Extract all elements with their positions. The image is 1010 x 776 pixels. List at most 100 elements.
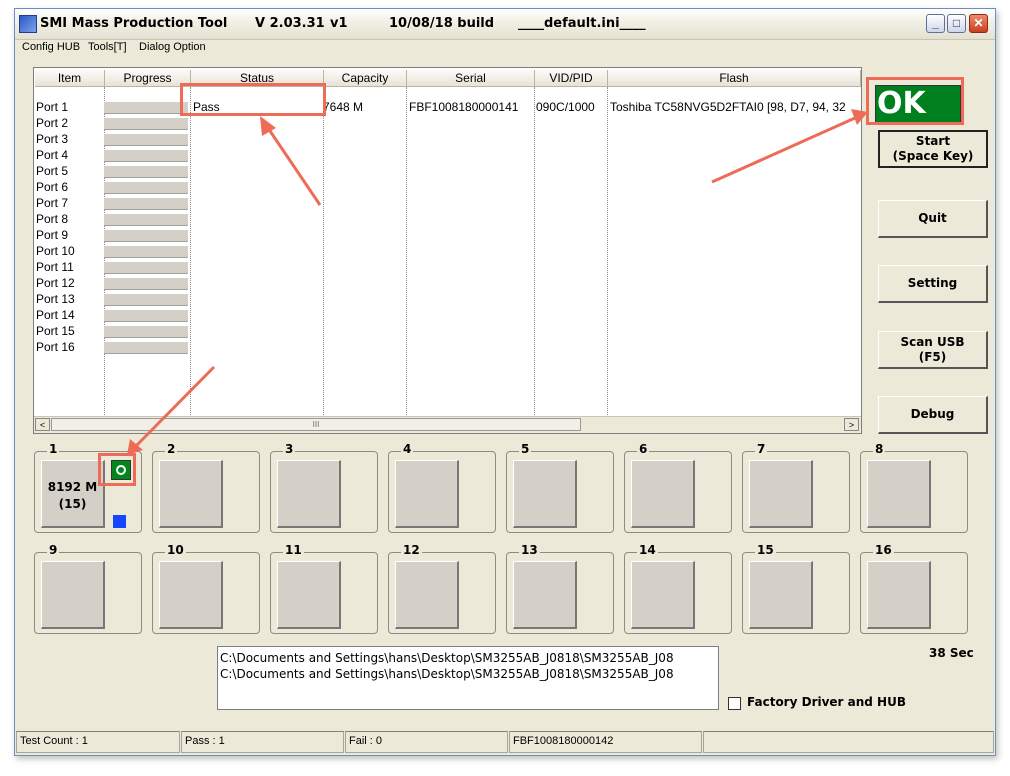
port-panel: 5 [506,442,614,533]
progress-bar [104,325,188,338]
start-button-label: Start [915,134,951,148]
maximize-button[interactable]: □ [947,14,966,33]
port-number: 11 [283,543,304,557]
port-row-label[interactable]: Port 2 [36,116,68,132]
quit-button[interactable]: Quit [878,200,988,238]
port-slot-button[interactable] [513,460,577,528]
port-slot-button[interactable] [749,460,813,528]
setting-button[interactable]: Setting [878,265,988,303]
title-bar[interactable]: SMI Mass Production Tool V 2.03.31 v1 10… [15,9,995,40]
status-pass: Pass : 1 [181,731,344,753]
port-slot-button[interactable] [277,460,341,528]
port-row-label[interactable]: Port 12 [36,276,75,292]
log-box[interactable]: C:\Documents and Settings\hans\Desktop\S… [217,646,719,710]
port-row-label[interactable]: Port 6 [36,180,68,196]
port-slot-button[interactable] [159,460,223,528]
port-slot-button[interactable] [631,460,695,528]
horizontal-scrollbar[interactable]: < III > [34,416,861,433]
debug-button[interactable]: Debug [878,396,988,434]
status-test-count: Test Count : 1 [16,731,180,753]
col-flash[interactable]: Flash [608,70,861,87]
port-number: 9 [47,543,60,557]
port-number: 2 [165,442,178,456]
col-progress[interactable]: Progress [105,70,191,87]
port-row-label[interactable]: Port 13 [36,292,75,308]
port-capacity: 8192 M [47,480,98,494]
highlight-box-led [98,453,136,486]
col-divider [323,87,324,417]
status-fail: Fail : 0 [345,731,508,753]
col-serial[interactable]: Serial [407,70,535,87]
port-row-label[interactable]: Port 10 [36,244,75,260]
port-slot-button[interactable]: 8192 M (15) [41,460,105,528]
menu-dialog-option[interactable]: Dialog Option [139,41,206,53]
port-number: 16 [873,543,894,557]
version-label: V 2.03.31 [255,16,325,31]
port-row-label[interactable]: Port 11 [36,260,74,276]
menu-bar: Config HUB Tools[T] Dialog Option [15,40,995,58]
port-slot-button[interactable] [749,561,813,629]
progress-bar [104,229,188,242]
port-row-label[interactable]: Port 9 [36,228,68,244]
close-button[interactable]: ✕ [969,14,988,33]
port-slot-button[interactable] [395,561,459,629]
activity-indicator-icon [113,515,126,528]
factory-driver-checkbox[interactable] [728,697,741,710]
menu-tools[interactable]: Tools[T] [88,41,127,53]
port-number: 5 [519,442,532,456]
port-row-label[interactable]: Port 15 [36,324,75,340]
port-panel: 3 [270,442,378,533]
col-divider [607,87,608,417]
port-slot-button[interactable] [631,561,695,629]
progress-bar [104,101,188,114]
port-row-label[interactable]: Port 4 [36,148,68,164]
scan-usb-button[interactable]: Scan USB (F5) [878,331,988,369]
port-row-label[interactable]: Port 14 [36,308,75,324]
factory-driver-label[interactable]: Factory Driver and HUB [747,695,906,709]
port-row-label[interactable]: Port 7 [36,196,68,212]
col-divider [534,87,535,417]
log-line: C:\Documents and Settings\hans\Desktop\S… [220,667,674,681]
window-title: SMI Mass Production Tool [40,16,228,31]
port-slot-button[interactable] [41,561,105,629]
scan-usb-hint: (F5) [918,349,947,364]
port-slot-button[interactable] [513,561,577,629]
port-panel: 15 [742,543,850,634]
port-slot-button[interactable] [867,561,931,629]
port-number: 1 [47,442,60,456]
menu-config-hub[interactable]: Config HUB [22,41,80,53]
progress-bar [104,213,188,226]
port-row-label[interactable]: Port 1 [36,100,68,116]
start-button[interactable]: Start (Space Key) [878,130,988,168]
port-slot-button[interactable] [395,460,459,528]
scroll-left-icon[interactable]: < [35,418,50,431]
ini-label: ____default.ini____ [518,16,646,31]
port-slot-button[interactable] [277,561,341,629]
elapsed-time: 38 Sec [929,646,974,660]
minimize-button[interactable]: _ [926,14,945,33]
port-row-label[interactable]: Port 3 [36,132,68,148]
col-vidpid[interactable]: VID/PID [535,70,608,87]
col-capacity[interactable]: Capacity [324,70,407,87]
col-item[interactable]: Item [35,70,105,87]
port-row-label[interactable]: Port 8 [36,212,68,228]
port-panel: 7 [742,442,850,533]
port-panel: 8 [860,442,968,533]
scroll-right-icon[interactable]: > [844,418,859,431]
port-panel: 10 [152,543,260,634]
progress-bar [104,341,188,354]
v-label: v1 [330,16,348,31]
port-row-label[interactable]: Port 5 [36,164,68,180]
port-number: 6 [637,442,650,456]
scroll-thumb[interactable]: III [51,418,581,431]
port-slot-button[interactable] [159,561,223,629]
port-panel: 6 [624,442,732,533]
port-panel: 2 [152,442,260,533]
status-serial: FBF1008180000142 [509,731,702,753]
port-row-label[interactable]: Port 16 [36,340,75,356]
row1-vidpid: 090C/1000 [536,100,595,114]
port-number: 15 [755,543,776,557]
port-list[interactable]: Item Progress Status Capacity Serial VID… [33,67,862,434]
col-divider [406,87,407,417]
port-slot-button[interactable] [867,460,931,528]
